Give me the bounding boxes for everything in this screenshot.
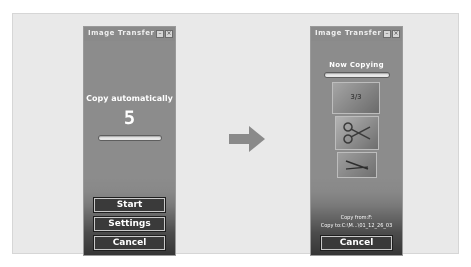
copy-progress-bar: [324, 72, 390, 78]
copy-automatically-label: Copy automatically: [86, 94, 173, 103]
image-transfer-window-copying: Image Transfer – × Now Copying 3/3 Copy …: [311, 27, 402, 255]
copy-progress-count: 3/3: [350, 93, 362, 101]
copy-from-text: Copy from:F:: [340, 215, 373, 221]
copy-to-text: Copy to:C:\M...\01_12_26_03: [320, 223, 393, 229]
settings-button[interactable]: Settings: [93, 216, 166, 232]
title-bar: Image Transfer – ×: [311, 27, 402, 41]
countdown-number: 5: [123, 107, 136, 129]
cancel-button[interactable]: Cancel: [320, 235, 393, 251]
image-thumbnail: [337, 152, 377, 178]
cancel-button[interactable]: Cancel: [93, 235, 166, 251]
now-copying-status: Now Copying: [329, 61, 384, 69]
image-transfer-window-auto: Image Transfer – × Copy automatically 5 …: [84, 27, 175, 255]
thumbnail-graphic: [345, 160, 369, 170]
close-button[interactable]: ×: [165, 30, 173, 38]
image-thumbnail: 3/3: [332, 82, 380, 114]
minimize-button[interactable]: –: [156, 30, 164, 38]
close-button[interactable]: ×: [392, 30, 400, 38]
image-thumbnail: [335, 116, 379, 150]
right-arrow-icon: [229, 126, 265, 152]
title-bar: Image Transfer – ×: [84, 27, 175, 41]
window-title: Image Transfer: [88, 29, 155, 37]
scissors-icon: [343, 122, 371, 144]
start-button[interactable]: Start: [93, 197, 166, 213]
progress-bar: [98, 135, 162, 141]
window-title: Image Transfer: [315, 29, 382, 37]
minimize-button[interactable]: –: [383, 30, 391, 38]
